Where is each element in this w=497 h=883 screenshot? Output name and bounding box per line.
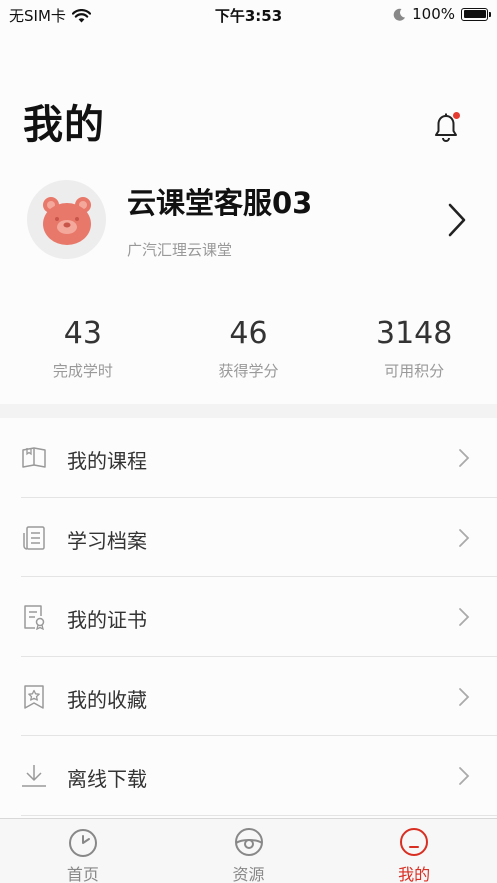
avatar[interactable] (27, 180, 106, 259)
status-bar: 无SIM卡 下午3:53 100% (0, 0, 497, 30)
user-organization: 广汽汇理云课堂 (127, 241, 233, 259)
menu-item-label: 我的收藏 (67, 687, 147, 712)
certificate-icon (24, 605, 45, 630)
menu-item-certificates[interactable]: 我的证书 (0, 577, 497, 657)
menu-item-learning-records[interactable]: 学习档案 (0, 498, 497, 577)
menu-item-my-courses[interactable]: 我的课程 (0, 418, 497, 498)
tab-label: 首页 (66, 865, 99, 883)
stat-value: 43 (63, 316, 102, 351)
page-title: 我的 (23, 102, 105, 148)
tab-mine[interactable]: 我的 (331, 819, 497, 883)
chevron-right-icon (459, 608, 470, 626)
menu-item-favorites[interactable]: 我的收藏 (0, 657, 497, 736)
status-right: 100% (393, 5, 491, 23)
menu-item-label: 我的证书 (67, 608, 147, 632)
home-clock-icon (68, 829, 97, 857)
chevron-right-icon (459, 449, 470, 467)
stat-earned-credits[interactable]: 46 获得学分 (166, 316, 332, 381)
stat-available-points[interactable]: 3148 可用积分 (331, 316, 497, 381)
menu-item-label: 离线下载 (67, 767, 147, 791)
chevron-right-icon (459, 767, 470, 785)
menu-item-offline-downloads[interactable]: 离线下载 (0, 736, 497, 816)
stat-value: 3148 (376, 316, 453, 351)
moon-icon (393, 8, 406, 21)
battery-percent: 100% (412, 5, 455, 23)
download-icon (22, 765, 46, 787)
stat-label: 完成学时 (52, 362, 113, 380)
stat-label: 获得学分 (218, 362, 279, 380)
stats-row: 43 完成学时 46 获得学分 3148 可用积分 (0, 316, 497, 381)
user-name: 云课堂客服03 (127, 186, 313, 220)
chevron-right-icon (459, 528, 470, 547)
chevron-right-icon (459, 687, 470, 706)
bear-avatar-icon (42, 196, 91, 245)
menu-item-label: 我的课程 (67, 449, 147, 473)
tab-label: 资源 (232, 865, 265, 883)
menu-item-label: 学习档案 (67, 528, 147, 553)
stat-value: 46 (229, 316, 268, 351)
profile-icon (400, 828, 429, 856)
bookmark-star-icon (24, 684, 44, 709)
profile-section: 我的 云课堂客服03 广汽汇理云课堂 43 完成学时 46 获得学分 3148 … (0, 30, 497, 404)
notification-button[interactable] (433, 112, 461, 142)
tab-resources[interactable]: 资源 (166, 819, 332, 883)
resources-icon (234, 828, 263, 856)
profile-chevron-right-icon[interactable] (446, 202, 468, 238)
tab-home[interactable]: 首页 (0, 819, 166, 883)
tab-label: 我的 (398, 865, 431, 883)
tab-bar: 首页 资源 我的 (0, 818, 497, 883)
menu-list: 我的课程 学习档案 我的证书 我的收藏 离线下载 (0, 418, 497, 818)
book-icon (22, 447, 46, 468)
document-icon (23, 525, 45, 550)
stat-label: 可用积分 (384, 362, 445, 380)
battery-icon (461, 7, 491, 21)
stat-completed-hours[interactable]: 43 完成学时 (0, 316, 166, 381)
divider (21, 814, 497, 816)
notification-dot (453, 112, 460, 119)
